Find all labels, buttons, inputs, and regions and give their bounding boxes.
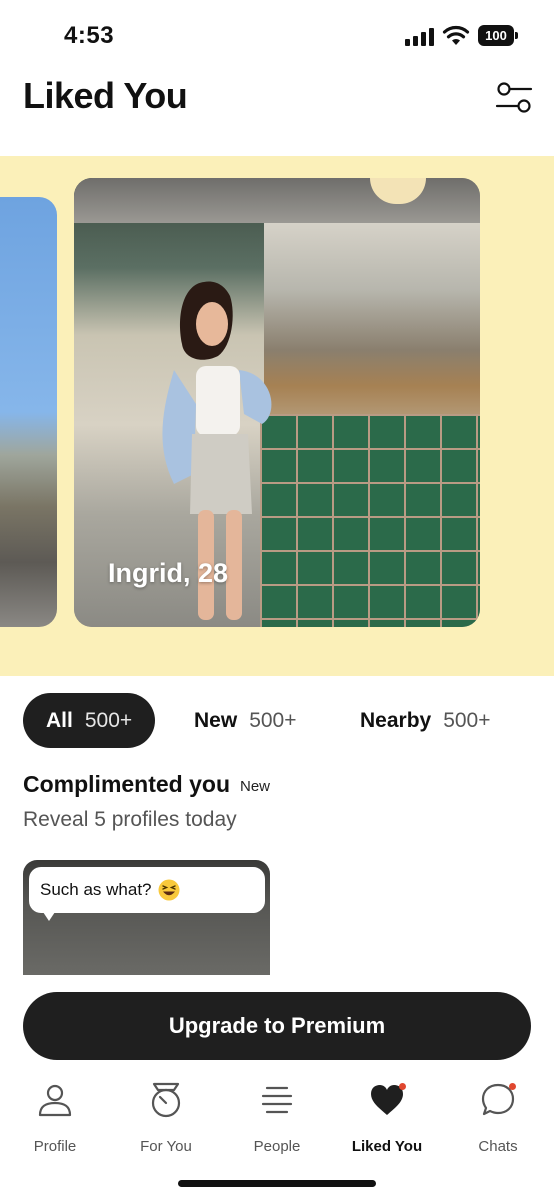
battery-level: 100 [478,25,514,46]
nav-label: People [253,1138,301,1155]
person-icon [38,1084,72,1117]
tab-all[interactable]: All 500+ [23,693,155,748]
tab-count: 500+ [443,708,491,732]
nav-label: Profile [33,1138,77,1155]
notification-dot [399,1083,406,1090]
tab-label: All [46,708,73,732]
tab-label: Nearby [360,708,432,732]
nav-item-profile[interactable]: Profile [0,1082,110,1157]
section-title: Complimented you [23,771,231,797]
profile-name-age: Ingrid, 28 [108,558,229,588]
nav-label: Liked You [351,1138,423,1155]
profile-card[interactable]: Ingrid, 28 [74,178,480,627]
compass-icon [151,1082,181,1118]
profile-card-previous[interactable] [0,197,57,627]
nav-label: Chats [478,1138,518,1155]
wifi-icon [442,25,470,45]
grinning-squinting-face-icon [158,879,180,901]
upgrade-premium-button[interactable]: Upgrade to Premium [23,992,531,1060]
page-title: Liked You [23,75,188,116]
bottom-nav: Profile For You People Liked You Chats [0,1072,554,1162]
nav-label: For You [140,1138,192,1155]
nav-item-liked-you[interactable]: Liked You [332,1082,442,1157]
tab-count: 500+ [249,708,297,732]
compliment-message: Such as what? [40,880,152,899]
tab-count: 500+ [84,708,133,732]
people-stack-icon [261,1086,293,1114]
sliders-icon[interactable] [494,80,534,116]
tab-new[interactable]: New 500+ [194,693,297,748]
new-badge: New [240,778,271,795]
filter-tabs: All 500+ New 500+ Nearby 500+ [23,693,543,748]
status-time: 4:53 [64,22,115,49]
nav-item-chats[interactable]: Chats [443,1082,553,1157]
tab-nearby[interactable]: Nearby 500+ [360,693,491,748]
signal-icon [405,28,435,46]
status-bar: 4:53 100 [0,0,554,70]
nav-item-people[interactable]: People [222,1082,332,1157]
compliment-bubble: Such as what? [29,867,265,913]
tab-label: New [194,708,238,732]
section-subtitle: Reveal 5 profiles today [23,808,237,831]
compliment-card[interactable]: Such as what? [23,860,270,975]
nav-item-for-you[interactable]: For You [111,1082,221,1157]
liked-you-carousel[interactable]: Ingrid, 28 [0,156,554,676]
home-indicator [178,1180,376,1187]
battery-icon: 100 [478,25,518,46]
notification-dot [509,1083,516,1090]
